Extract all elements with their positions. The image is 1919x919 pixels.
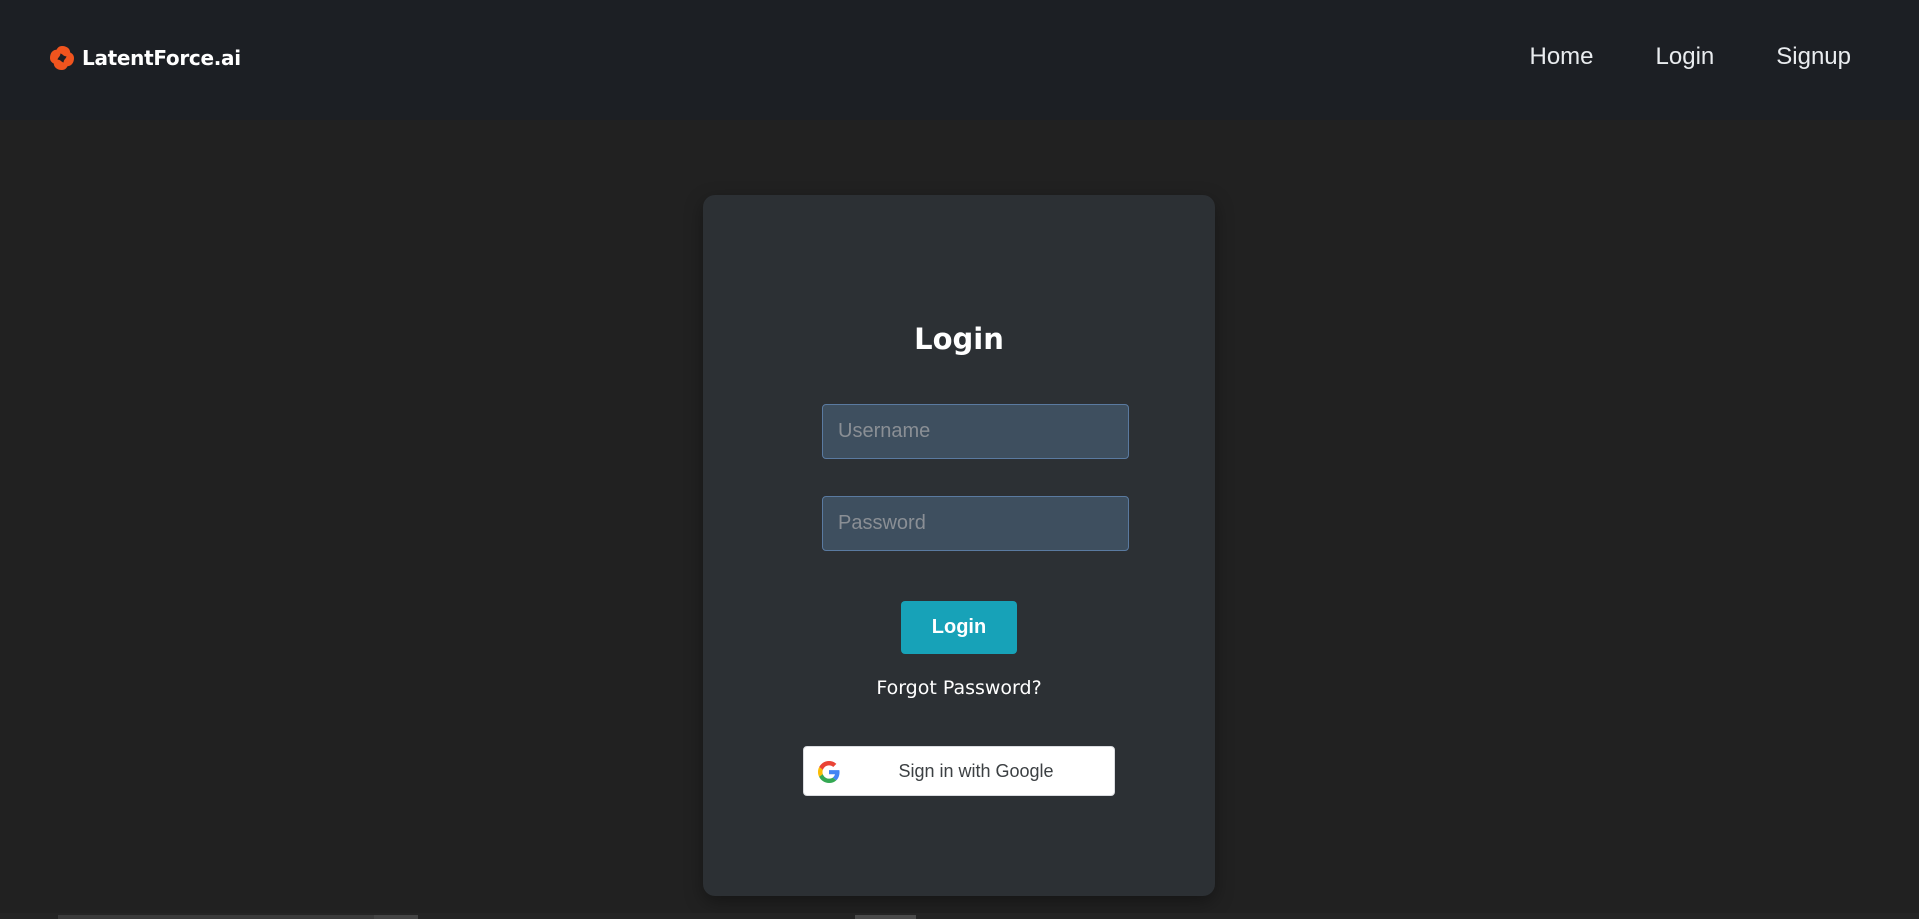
login-title: Login: [914, 322, 1004, 356]
bottom-edge-segment: [855, 915, 916, 919]
bottom-edge-segment: [374, 915, 418, 919]
google-sign-in-button[interactable]: Sign in with Google: [803, 746, 1115, 796]
brand-name: LatentForce.ai: [82, 46, 241, 70]
nav-item-login[interactable]: Login: [1656, 43, 1715, 71]
nav-item-home[interactable]: Home: [1530, 43, 1594, 71]
nav-links: Home Login Signup: [1468, 42, 1852, 72]
forgot-password-link[interactable]: Forgot Password?: [703, 677, 1215, 699]
password-input[interactable]: [822, 496, 1129, 551]
login-button[interactable]: Login: [901, 601, 1017, 654]
swirl-logo-icon: [50, 46, 74, 70]
google-sign-in-label: Sign in with Google: [898, 760, 1054, 781]
nav-item-signup[interactable]: Signup: [1776, 43, 1851, 71]
username-input[interactable]: [822, 404, 1129, 459]
top-navbar: LatentForce.ai Home Login Signup: [0, 0, 1919, 120]
bottom-edge-segment: [58, 915, 374, 919]
brand-logo-link[interactable]: LatentForce.ai: [48, 42, 241, 74]
